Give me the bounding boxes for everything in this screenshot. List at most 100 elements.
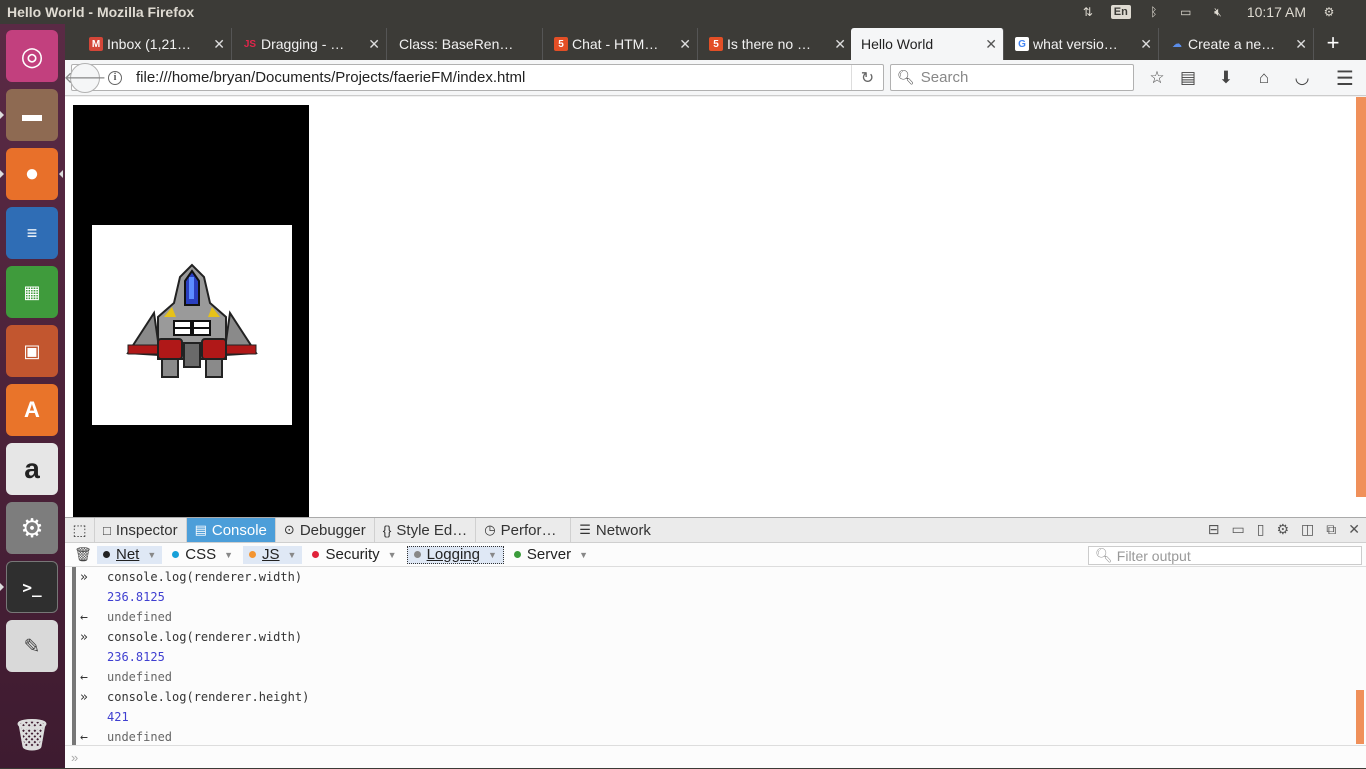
close-icon[interactable]: ✕ — [834, 36, 846, 53]
files-icon[interactable]: ▬ — [6, 89, 58, 141]
filter-logging[interactable]: Logging ▼ — [406, 545, 504, 564]
back-button[interactable]: 🡐 — [64, 62, 106, 93]
search-icon: 🔍︎ — [897, 69, 915, 85]
google-icon: G — [1015, 37, 1029, 51]
tab-style-editor[interactable]: {} Style Ed… — [375, 518, 477, 542]
close-icon[interactable]: ✕ — [1348, 521, 1360, 538]
battery-icon[interactable]: ▭ — [1177, 5, 1195, 19]
settings-gear-icon[interactable]: ⚙ — [1276, 521, 1289, 538]
log-row: 236.8125 — [65, 647, 1366, 667]
undock-icon[interactable]: ⧉ — [1326, 521, 1336, 538]
console-scrollbar[interactable] — [1356, 690, 1364, 744]
tab-dragging[interactable]: JS Dragging - … ✕ — [239, 28, 387, 60]
ubuntu-dash-icon[interactable]: ◎ — [6, 30, 58, 82]
log-number: 236.8125 — [107, 590, 165, 604]
calc-icon[interactable]: ▦ — [6, 266, 58, 318]
clear-console-icon[interactable]: 🗑︎ — [73, 546, 93, 563]
tab-label: Hello World — [861, 36, 934, 52]
tab-inspector[interactable]: □ Inspector — [95, 518, 187, 542]
close-icon[interactable]: ✕ — [985, 36, 997, 53]
reload-icon[interactable]: ↻ — [851, 65, 883, 90]
tab-what-version[interactable]: G what versio… ✕ — [1011, 28, 1159, 60]
security-dot-icon — [312, 551, 320, 558]
writer-icon[interactable]: ≡ — [6, 207, 58, 259]
software-center-icon[interactable]: A — [6, 384, 58, 436]
tab-debugger[interactable]: ⊙ Debugger — [276, 518, 375, 542]
devtools-tabbar: ⬚ □ Inspector ▤ Console ⊙ Debugger {} Style … — [65, 518, 1366, 543]
log-row: » console.log(renderer.width) — [65, 627, 1366, 647]
filter-server[interactable]: Server ▼ — [508, 546, 594, 564]
tab-create-a-new[interactable]: ☁ Create a ne… ✕ — [1166, 28, 1314, 60]
tab-inbox[interactable]: M Inbox (1,21… ✕ — [85, 28, 232, 60]
menu-hamburger-icon[interactable]: ☰ — [1333, 66, 1357, 90]
screenshot-icon[interactable]: ▯ — [1257, 521, 1265, 538]
tab-label: Create a ne… — [1188, 36, 1276, 52]
tab-performance[interactable]: ◷ Perfor… — [476, 518, 572, 542]
tab-hello-world[interactable]: Hello World ✕ — [851, 28, 1004, 60]
unity-launcher: ◎ ▬ ● ≡ ▦ ▣ A a ⚙ >_ ✎ 🗑︎ — [0, 24, 65, 768]
cloud-icon: ☁ — [1172, 38, 1182, 50]
input-prompt-icon: » — [71, 750, 79, 765]
download-icon[interactable]: ⬇ — [1214, 66, 1238, 90]
log-row: 236.8125 — [65, 587, 1366, 607]
url-bar[interactable]: 🡐 i file:///home/bryan/Documents/Project… — [64, 62, 884, 93]
tab-label: Is there no … — [727, 36, 812, 52]
trash-icon[interactable]: 🗑︎ — [6, 709, 58, 761]
tab-label: Debugger — [299, 521, 366, 539]
close-icon[interactable]: ✕ — [368, 36, 380, 53]
html5-icon: 5 — [709, 37, 723, 51]
text-editor-icon[interactable]: ✎ — [6, 620, 58, 672]
bookmark-star-icon[interactable]: ☆ — [1145, 66, 1169, 90]
debugger-icon: ⊙ — [283, 522, 295, 537]
close-icon[interactable]: ✕ — [1140, 36, 1152, 53]
close-icon[interactable]: ✕ — [213, 36, 225, 53]
power-gear-icon[interactable]: ⚙ — [1320, 5, 1338, 19]
amazon-icon[interactable]: a — [6, 443, 58, 495]
tab-console[interactable]: ▤ Console — [186, 518, 276, 542]
settings-icon[interactable]: ⚙ — [6, 502, 58, 554]
element-picker-icon[interactable]: ⬚ — [65, 518, 95, 542]
tab-label: Network — [595, 521, 651, 539]
tab-label: Perfor… — [500, 521, 557, 539]
reading-list-icon[interactable]: ▤ — [1176, 66, 1200, 90]
terminal-icon[interactable]: >_ — [6, 561, 58, 613]
tab-label: Inbox (1,21… — [107, 36, 192, 52]
clock[interactable]: 10:17 AM — [1247, 4, 1306, 20]
firefox-icon[interactable]: ● — [6, 148, 58, 200]
net-dot-icon — [103, 551, 110, 558]
chevron-down-icon: ▼ — [487, 549, 497, 560]
filter-security[interactable]: Security ▼ — [306, 546, 402, 564]
tab-is-there-no[interactable]: 5 Is there no … ✕ — [705, 28, 853, 60]
running-indicator — [0, 583, 4, 591]
pocket-icon[interactable]: ◡ — [1290, 66, 1314, 90]
search-icon: 🔍︎ — [1095, 547, 1113, 563]
console-input[interactable]: » — [65, 745, 1366, 769]
scratchpad-icon[interactable]: ▭ — [1232, 521, 1245, 538]
volume-mute-icon[interactable]: 🔇︎ — [1209, 5, 1227, 19]
tab-baserenderer[interactable]: Class: BaseRen… — [393, 28, 543, 60]
bluetooth-icon[interactable]: ᛒ — [1145, 5, 1163, 19]
filter-output-input[interactable]: 🔍︎ Filter output — [1088, 546, 1362, 565]
dock-side-icon[interactable]: ◫ — [1301, 521, 1314, 538]
page-info-icon[interactable]: i — [108, 70, 122, 85]
home-icon[interactable]: ⌂ — [1252, 66, 1276, 90]
game-canvas[interactable] — [73, 105, 309, 517]
search-input[interactable]: 🔍︎ Search — [890, 64, 1134, 91]
filter-net[interactable]: Net ▼ — [97, 545, 163, 564]
tab-chat-html[interactable]: 5 Chat - HTM… ✕ — [550, 28, 698, 60]
new-tab-button[interactable]: + — [1320, 30, 1346, 56]
page-scrollbar[interactable] — [1356, 97, 1366, 497]
keyboard-language-indicator[interactable]: En — [1110, 5, 1131, 19]
close-icon[interactable]: ✕ — [679, 36, 691, 53]
server-dot-icon — [513, 551, 521, 558]
url-text[interactable]: file:///home/bryan/Documents/Projects/fa… — [136, 69, 851, 86]
tab-network[interactable]: ☰ Network — [571, 518, 659, 542]
impress-icon[interactable]: ▣ — [6, 325, 58, 377]
filter-js[interactable]: JS ▼ — [243, 545, 303, 564]
responsive-design-icon[interactable]: ⊟ — [1208, 521, 1220, 538]
sprite-frame — [92, 225, 292, 425]
network-updown-icon[interactable]: ⇅ — [1079, 5, 1097, 19]
tab-label: Style Ed… — [396, 521, 468, 539]
close-icon[interactable]: ✕ — [1295, 36, 1307, 53]
filter-css[interactable]: CSS ▼ — [166, 546, 239, 564]
